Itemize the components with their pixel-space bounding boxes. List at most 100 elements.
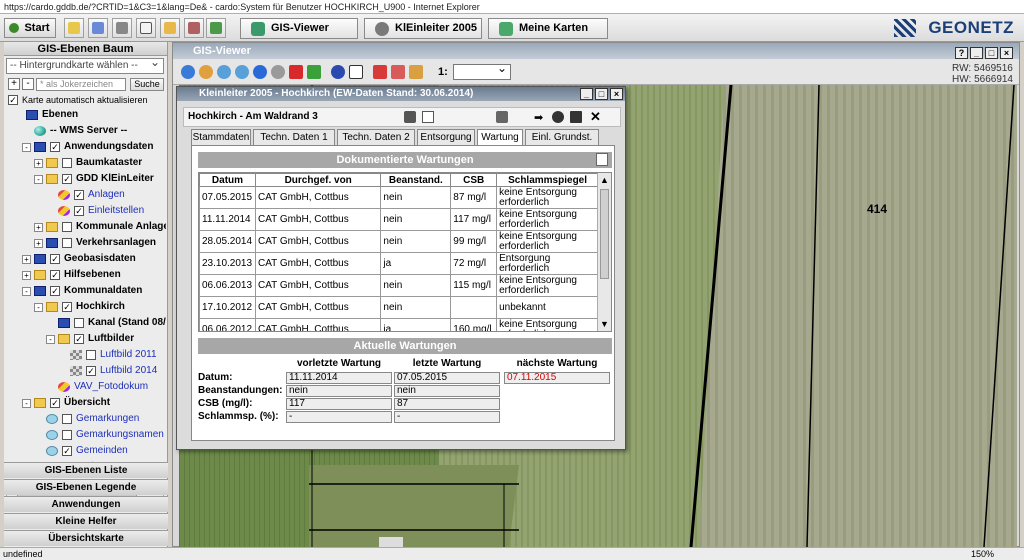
collapse-icon[interactable]: - [34, 175, 43, 184]
globe-icon[interactable] [181, 65, 195, 79]
folder-icon[interactable] [160, 18, 180, 38]
tab-kleinleiter[interactable]: KlEinleiter 2005 [364, 18, 482, 39]
expand-icon[interactable]: + [22, 271, 31, 280]
layer-checkbox[interactable]: ✓ [50, 270, 60, 280]
close-icon[interactable]: × [610, 88, 623, 100]
tab-meine-karten[interactable]: Meine Karten [488, 18, 608, 39]
tab-stammdaten[interactable]: Stammdaten [191, 129, 251, 145]
sidebar-panel[interactable]: GIS-Ebenen Liste [4, 462, 168, 478]
pdf-icon[interactable] [391, 65, 405, 79]
layer-checkbox[interactable] [62, 222, 72, 232]
tree-item[interactable]: Gemarkungen [4, 412, 166, 426]
layer-checkbox[interactable]: ✓ [50, 254, 60, 264]
basemap-select[interactable]: -- Hintergrundkarte wählen -- [6, 55, 164, 74]
tab-entsorgung[interactable]: Entsorgung [417, 129, 475, 145]
collapse-icon[interactable]: - [46, 335, 55, 344]
close-icon[interactable]: ✕ [590, 109, 601, 125]
expand-all-button[interactable]: + [8, 78, 20, 90]
tree-item[interactable]: Gemarkungsnamen [4, 428, 166, 442]
scroll-up-icon[interactable]: ▲ [600, 175, 609, 185]
info-icon[interactable] [331, 65, 345, 79]
measure-icon[interactable] [373, 65, 387, 79]
print-icon[interactable] [206, 18, 226, 38]
layer-checkbox[interactable] [62, 158, 72, 168]
tree-item[interactable]: Luftbild 2011 [4, 348, 166, 362]
tab-techn-daten-1[interactable]: Techn. Daten 1 [253, 129, 335, 145]
tools-icon[interactable] [184, 18, 204, 38]
collapse-all-button[interactable]: - [22, 78, 34, 90]
expand-icon[interactable]: + [22, 255, 31, 264]
zoom-level[interactable]: 150% [971, 548, 994, 560]
print-icon[interactable] [409, 65, 423, 79]
table-row[interactable]: 06.06.2013 CAT GmbH, Cottbus nein 115 mg/l k… [199, 274, 599, 297]
tree-item[interactable]: - ✓ Luftbilder [4, 332, 166, 346]
search-button[interactable]: Suche [130, 78, 164, 91]
sidebar-panel[interactable]: GIS-Ebenen Legende [4, 479, 168, 495]
tree-item[interactable]: + Verkehrsanlagen [4, 236, 166, 250]
layer-checkbox[interactable]: ✓ [50, 398, 60, 408]
tree-item[interactable]: + Kommunale Anlagen [4, 220, 166, 234]
minimize-icon[interactable]: _ [970, 47, 983, 59]
refresh-icon[interactable] [307, 65, 321, 79]
layer-checkbox[interactable]: ✓ [62, 174, 72, 184]
tree-item[interactable]: ✓ Luftbild 2014 [4, 364, 166, 378]
pan-icon[interactable] [199, 65, 213, 79]
layer-checkbox[interactable]: ✓ [74, 334, 84, 344]
layer-checkbox[interactable]: ✓ [62, 302, 72, 312]
maximize-icon[interactable]: □ [595, 88, 608, 100]
collapse-icon[interactable]: - [34, 303, 43, 312]
table-row[interactable]: 23.10.2013 CAT GmbH, Cottbus ja 72 mg/l Ents… [199, 252, 599, 275]
expand-icon[interactable]: + [34, 159, 43, 168]
tree-item[interactable]: - ✓ Übersicht [4, 396, 166, 410]
tree-item[interactable]: + Baumkataster [4, 156, 166, 170]
tree-item[interactable]: ✓ Gemeinden [4, 444, 166, 458]
help-icon[interactable]: ? [955, 47, 968, 59]
next-view-icon[interactable] [271, 65, 285, 79]
tree-item[interactable]: - ✓ Anwendungsdaten [4, 140, 166, 154]
forward-icon[interactable]: ➡ [534, 111, 543, 124]
layer-checkbox[interactable] [62, 430, 72, 440]
maximize-icon[interactable]: □ [985, 47, 998, 59]
globe-icon[interactable] [552, 111, 564, 123]
tab-techn-daten-2[interactable]: Techn. Daten 2 [337, 129, 415, 145]
tree-item[interactable]: -- WMS Server -- [4, 124, 166, 138]
tab-gis-viewer[interactable]: GIS-Viewer [240, 18, 358, 39]
tree-item[interactable]: - ✓ Kommunaldaten [4, 284, 166, 298]
minimize-icon[interactable]: _ [580, 88, 593, 100]
layer-checkbox[interactable]: ✓ [50, 286, 60, 296]
table-row[interactable]: 11.11.2014 CAT GmbH, Cottbus nein 117 mg/l k… [199, 208, 599, 231]
table-icon[interactable] [422, 111, 434, 123]
grid-icon[interactable] [112, 18, 132, 38]
layer-checkbox[interactable]: ✓ [86, 366, 96, 376]
layer-checkbox[interactable] [86, 350, 96, 360]
scroll-down-icon[interactable]: ▼ [600, 319, 609, 329]
edit-icon[interactable] [404, 111, 416, 123]
tab-wartung[interactable]: Wartung [477, 129, 523, 145]
search-icon[interactable] [64, 18, 84, 38]
table-row[interactable]: 06.06.2012 CAT GmbH, Cottbus ja 160 mg/l kei… [199, 318, 599, 331]
table-row[interactable]: 07.05.2015 CAT GmbH, Cottbus nein 87 mg/l ke… [199, 186, 599, 209]
layer-checkbox[interactable]: ✓ [50, 142, 60, 152]
expand-icon[interactable]: + [34, 223, 43, 232]
table-scrollbar[interactable]: ▲ ▼ [597, 173, 611, 331]
collapse-icon[interactable]: - [22, 399, 31, 408]
tree-item[interactable]: + ✓ Hilfsebenen [4, 268, 166, 282]
scale-select[interactable] [453, 61, 511, 80]
tree-item[interactable]: - ✓ GDD KlEinLeiter [4, 172, 166, 186]
close-icon[interactable]: × [1000, 47, 1013, 59]
tree-item[interactable]: ✓ Anlagen [4, 188, 166, 202]
save-icon[interactable] [570, 111, 582, 123]
previous-view-icon[interactable] [253, 65, 267, 79]
print-icon[interactable] [496, 111, 508, 123]
tree-item[interactable]: - ✓ Hochkirch [4, 300, 166, 314]
layer-checkbox[interactable] [62, 238, 72, 248]
layer-checkbox[interactable]: ✓ [74, 206, 84, 216]
zoom-in-icon[interactable] [217, 65, 231, 79]
collapse-icon[interactable]: - [22, 287, 31, 296]
layer-checkbox[interactable]: ✓ [62, 446, 72, 456]
tree-item[interactable]: Kanal (Stand 08/ [4, 316, 166, 330]
zoom-out-icon[interactable] [235, 65, 249, 79]
sidebar-panel[interactable]: Kleine Helfer [4, 513, 168, 529]
tree-item[interactable]: Ebenen [4, 108, 166, 122]
layer-checkbox[interactable] [74, 318, 84, 328]
